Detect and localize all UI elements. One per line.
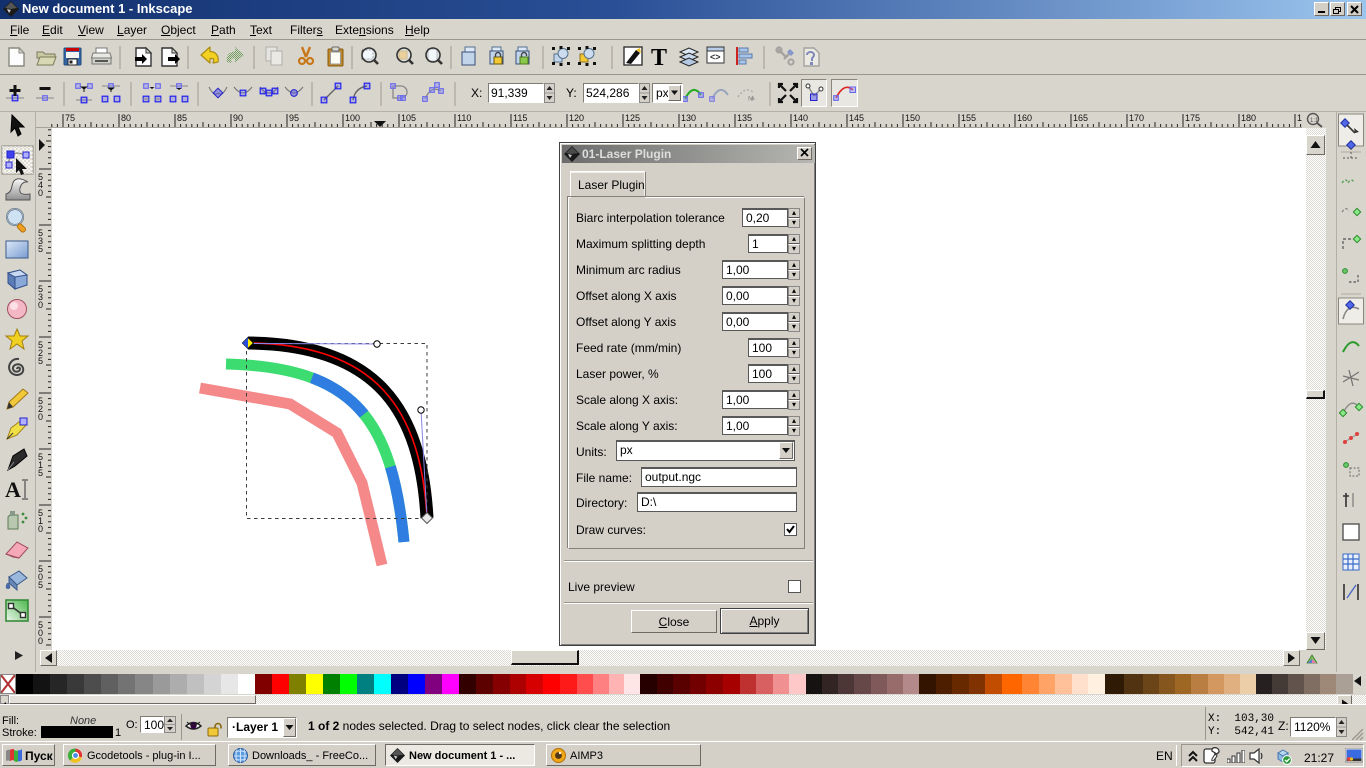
svg-text:160: 160 xyxy=(1017,113,1032,123)
svg-text:165: 165 xyxy=(1073,113,1088,123)
svg-text:1:1: 1:1 xyxy=(1310,118,1319,124)
svg-text:110: 110 xyxy=(457,113,471,123)
svg-text:120: 120 xyxy=(569,113,584,123)
svg-text:105: 105 xyxy=(401,113,416,123)
svg-text:0: 0 xyxy=(38,524,43,534)
svg-text:0: 0 xyxy=(38,188,43,198)
svg-text:170: 170 xyxy=(1129,113,1144,123)
svg-text:155: 155 xyxy=(961,113,976,123)
svg-text:N: N xyxy=(748,96,753,103)
svg-text:A: A xyxy=(5,477,21,502)
svg-text:85: 85 xyxy=(177,113,187,123)
svg-text:80: 80 xyxy=(121,113,131,123)
svg-text:5: 5 xyxy=(38,356,43,366)
svg-text:100: 100 xyxy=(345,113,360,123)
svg-text:0: 0 xyxy=(38,300,43,310)
svg-text:135: 135 xyxy=(737,113,752,123)
svg-text:5: 5 xyxy=(38,580,43,590)
svg-text:130: 130 xyxy=(681,113,696,123)
svg-text:180: 180 xyxy=(1241,113,1256,123)
svg-text:125: 125 xyxy=(625,113,640,123)
svg-text:0: 0 xyxy=(38,636,43,646)
svg-text:5: 5 xyxy=(38,468,43,478)
svg-text:90: 90 xyxy=(233,113,243,123)
svg-text:0: 0 xyxy=(38,412,43,422)
svg-text:5: 5 xyxy=(38,244,43,254)
svg-text:T: T xyxy=(651,45,667,71)
svg-text:145: 145 xyxy=(849,113,864,123)
svg-text:75: 75 xyxy=(65,113,75,123)
svg-text:<>: <> xyxy=(710,52,721,62)
svg-text:140: 140 xyxy=(793,113,808,123)
svg-text:150: 150 xyxy=(905,113,920,123)
svg-text:115: 115 xyxy=(513,113,527,123)
svg-text:95: 95 xyxy=(289,113,299,123)
svg-text:175: 175 xyxy=(1185,113,1200,123)
